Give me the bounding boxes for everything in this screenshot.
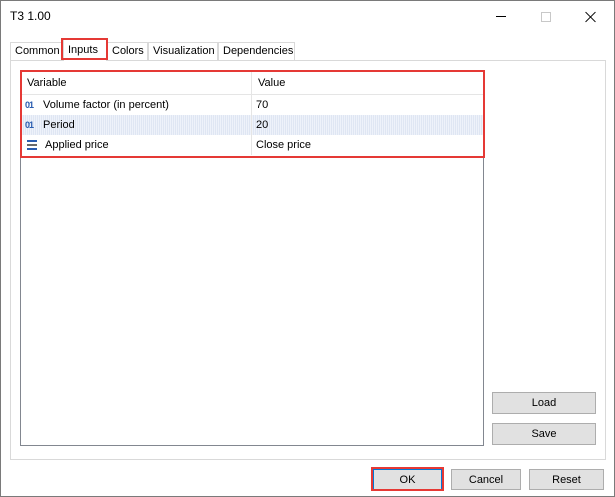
variable-cell: 01 Period [21, 115, 251, 135]
tab-colors[interactable]: Colors [107, 42, 148, 60]
inputs-grid: Variable Value 01 Volume factor (in perc… [20, 70, 484, 446]
close-button[interactable] [568, 1, 613, 32]
numeric-icon: 01 [25, 120, 34, 130]
ok-button[interactable]: OK [373, 469, 442, 490]
save-button[interactable]: Save [492, 423, 596, 445]
dialog-window: T3 1.00 Common Inputs Colors Visualizati… [0, 0, 615, 497]
tab-visualization[interactable]: Visualization [148, 42, 218, 60]
cancel-button[interactable]: Cancel [451, 469, 521, 490]
tab-dependencies[interactable]: Dependencies [218, 42, 295, 60]
variable-cell: Applied price [21, 135, 251, 155]
maximize-icon [540, 11, 551, 22]
value-cell[interactable]: Close price [252, 135, 483, 155]
reset-button[interactable]: Reset [529, 469, 604, 490]
minimize-icon [495, 16, 506, 17]
title-bar[interactable]: T3 1.00 [1, 1, 614, 32]
variable-name: Period [43, 119, 75, 131]
value-cell[interactable]: 70 [252, 95, 483, 115]
value-cell[interactable]: 20 [252, 115, 483, 135]
table-row[interactable]: 01 Volume factor (in percent) 70 [21, 95, 483, 115]
minimize-button[interactable] [478, 1, 523, 32]
table-row[interactable]: 01 Period 20 [21, 115, 483, 135]
maximize-button [523, 1, 568, 32]
value-column-header[interactable]: Value [252, 71, 483, 95]
tab-common[interactable]: Common [10, 42, 62, 60]
close-icon [585, 11, 597, 23]
window-title: T3 1.00 [10, 9, 51, 23]
load-button[interactable]: Load [492, 392, 596, 414]
variable-column-header[interactable]: Variable [21, 71, 251, 95]
enum-list-icon [27, 139, 39, 151]
variable-name: Applied price [45, 139, 109, 151]
numeric-icon: 01 [25, 100, 34, 110]
tab-inputs[interactable]: Inputs [63, 39, 107, 61]
table-row[interactable]: Applied price Close price [21, 135, 483, 155]
variable-name: Volume factor (in percent) [43, 99, 169, 111]
variable-cell: 01 Volume factor (in percent) [21, 95, 251, 115]
grid-header: Variable Value [21, 71, 483, 95]
